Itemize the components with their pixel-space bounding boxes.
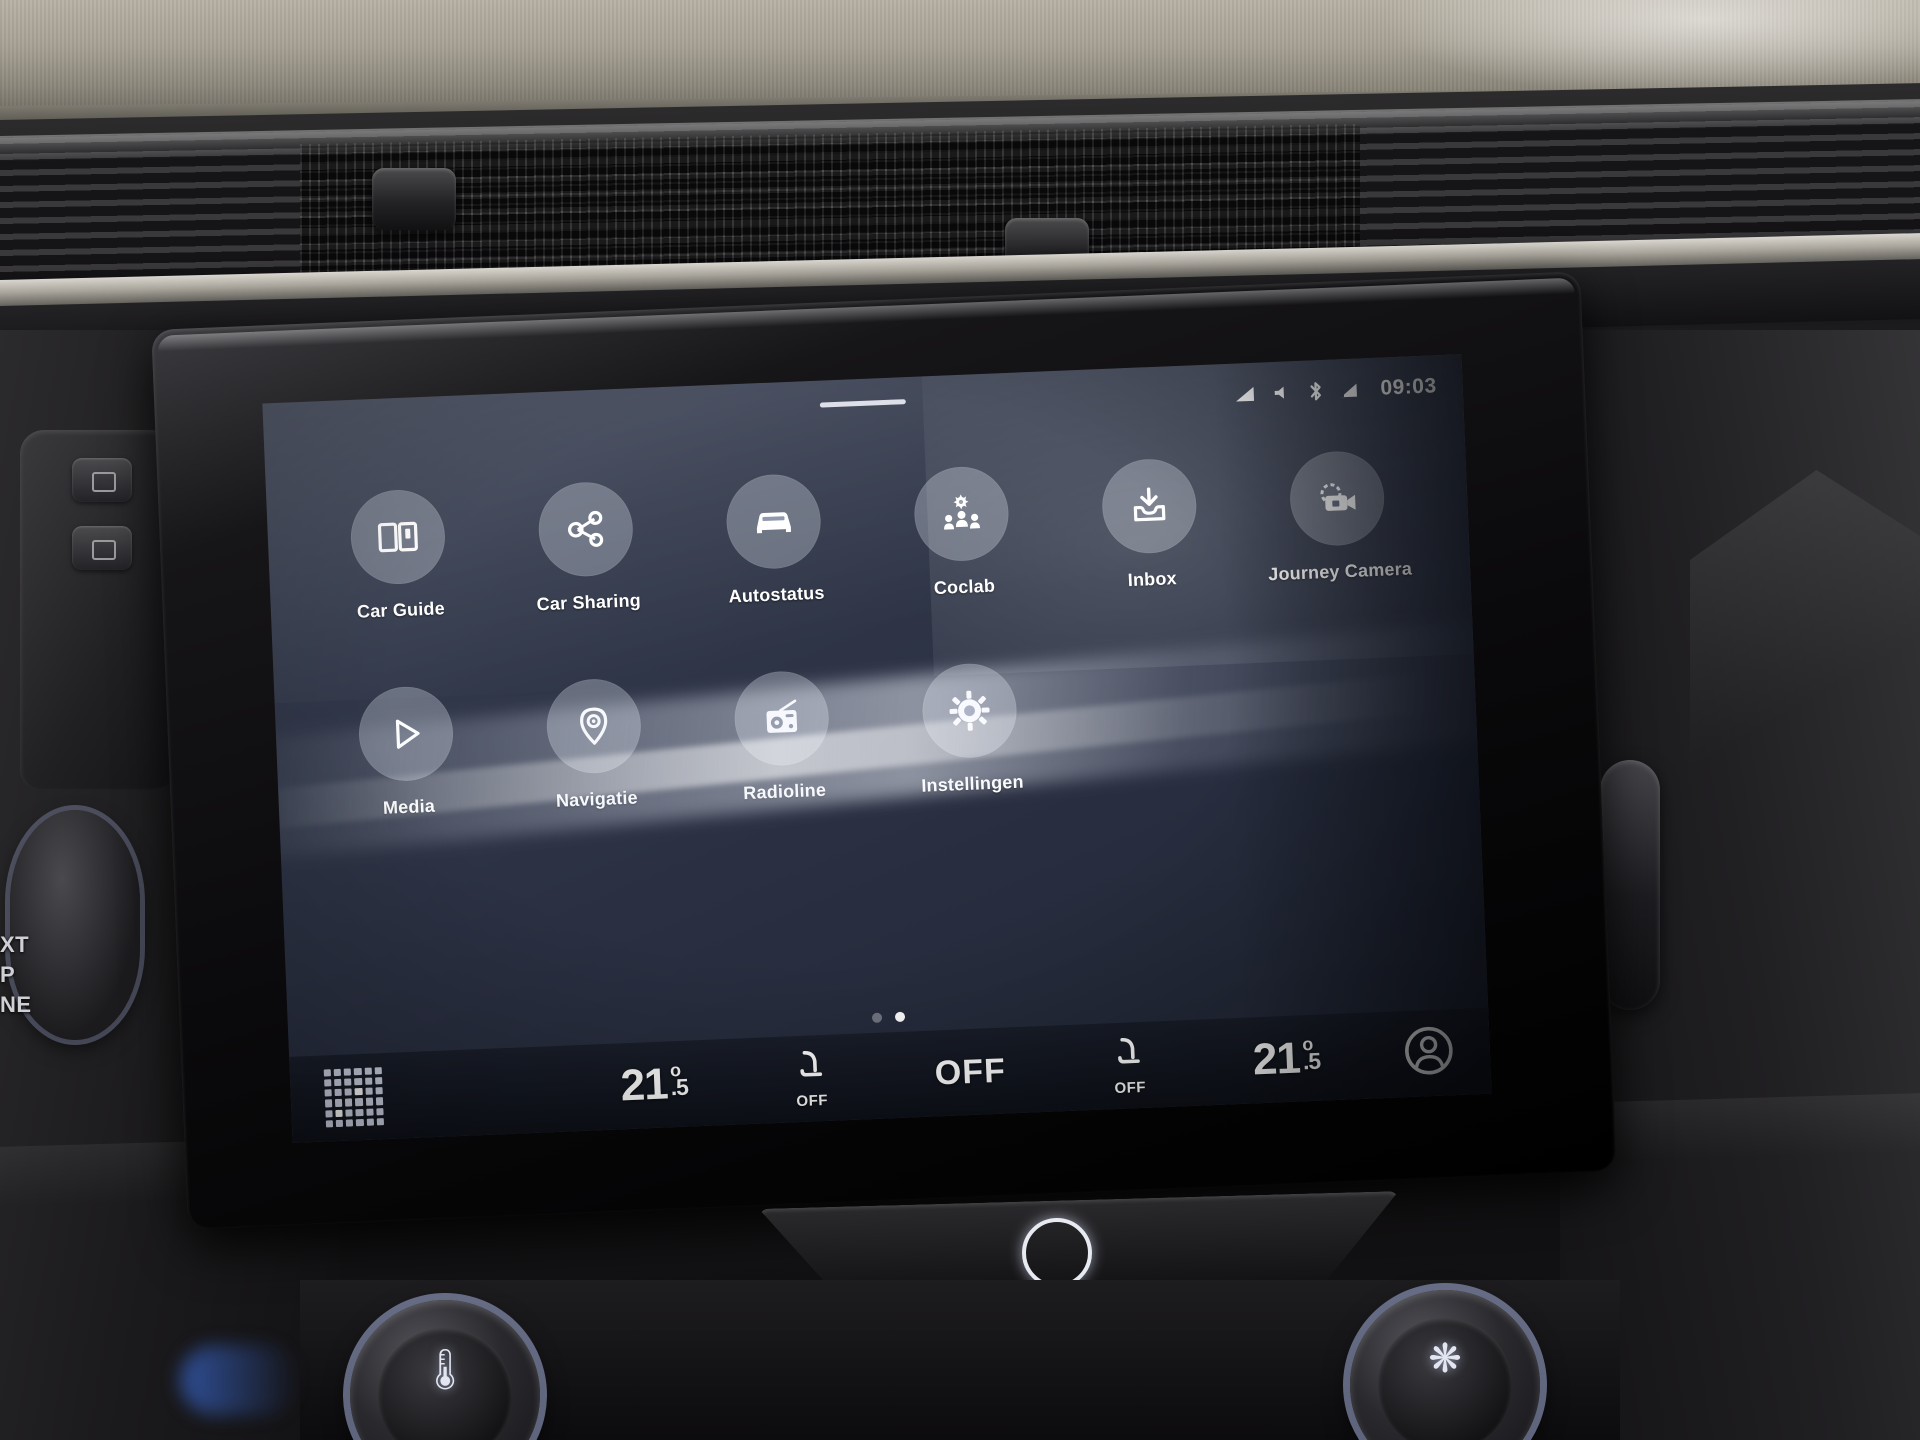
- app-grid-row-2: Media Navigatie Radioline Instellingen: [310, 645, 1442, 822]
- app-car-guide[interactable]: Car Guide: [302, 486, 495, 625]
- app-icon-circle: [724, 472, 823, 571]
- app-label: Car Sharing: [536, 590, 642, 615]
- book-open-icon: [375, 516, 421, 558]
- car-front-icon: [750, 503, 797, 541]
- radio-icon: [759, 698, 805, 740]
- app-label: Navigatie: [555, 787, 639, 811]
- app-label: Instellingen: [920, 771, 1025, 796]
- passenger-temp-fraction: o .5: [1302, 1033, 1321, 1075]
- app-label: Media: [382, 795, 436, 818]
- driver-temperature[interactable]: 21 o .5: [620, 1059, 689, 1112]
- temp-decimal: .5: [670, 1073, 689, 1101]
- seat-state: OFF: [796, 1091, 829, 1110]
- app-grid-icon[interactable]: [323, 1067, 385, 1128]
- app-grid: Car Guide Car Sharing Autostatus Coclab …: [302, 448, 1443, 822]
- status-bar-clock: 09:03: [1379, 374, 1438, 400]
- app-autostatus[interactable]: Autostatus: [678, 471, 871, 610]
- page-dot-2[interactable]: [894, 1011, 905, 1023]
- fan-icon: ❋: [1428, 1337, 1462, 1381]
- share-nodes-icon: [564, 507, 608, 551]
- left-side-label: XT P NE: [0, 932, 32, 1017]
- vent-adjuster-left[interactable]: [372, 168, 456, 230]
- app-icon-circle: [912, 465, 1011, 563]
- status-bar: 09:03: [1234, 373, 1437, 407]
- home-ring-button[interactable]: [1022, 1218, 1092, 1288]
- seat-state: OFF: [1114, 1078, 1147, 1097]
- inbox-tray-icon: [1127, 484, 1171, 528]
- app-icon-circle: [1288, 449, 1387, 548]
- thermometer-icon: 🌡: [419, 1348, 471, 1392]
- dashboard-photo: XT P NE 09:03 Car Guide Car Sharing Auto…: [0, 0, 1920, 1440]
- app-icon-circle: [732, 669, 831, 768]
- app-icon-circle: [349, 488, 447, 586]
- app-journey-camera[interactable]: Journey Camera: [1241, 448, 1434, 587]
- app-icon-circle: [1100, 457, 1199, 556]
- seat-heater-icon: [793, 1047, 829, 1091]
- app-icon-circle: [536, 480, 635, 579]
- video-camera-icon: [1314, 479, 1360, 519]
- ambient-light-accent: [180, 1345, 300, 1415]
- app-icon-circle: [920, 661, 1019, 760]
- app-car-sharing[interactable]: Car Sharing: [490, 479, 683, 618]
- wifi-signal-icon: [1338, 380, 1361, 399]
- gear-people-icon: [939, 492, 985, 536]
- driver-temp-whole: 21: [619, 1059, 669, 1111]
- seat-heater-icon: [1111, 1034, 1147, 1078]
- app-label: Coclab: [933, 575, 996, 599]
- page-dot-1[interactable]: [871, 1012, 882, 1024]
- app-icon-circle: [544, 677, 643, 776]
- app-coclab[interactable]: Coclab: [866, 463, 1059, 602]
- passenger-temp-whole: 21: [1251, 1033, 1301, 1085]
- app-grid-row-1: Car Guide Car Sharing Autostatus Coclab …: [302, 448, 1434, 625]
- mirror-adjust-button-lower[interactable]: [72, 526, 132, 570]
- app-label: Radioline: [742, 779, 827, 804]
- app-label: Car Guide: [356, 598, 446, 622]
- app-media[interactable]: Media: [310, 683, 503, 822]
- drag-handle[interactable]: [819, 399, 906, 408]
- cellular-signal-icon: [1234, 385, 1257, 404]
- app-icon-circle: [357, 684, 455, 783]
- app-label: Inbox: [1127, 568, 1178, 591]
- app-label: Autostatus: [728, 582, 825, 607]
- app-instellingen[interactable]: Instellingen: [874, 660, 1067, 799]
- temp-decimal: .5: [1302, 1047, 1321, 1075]
- user-profile-icon[interactable]: [1401, 1023, 1457, 1084]
- driver-temp-fraction: o .5: [670, 1059, 689, 1101]
- app-navigatie[interactable]: Navigatie: [498, 675, 691, 814]
- infotainment-screen[interactable]: 09:03 Car Guide Car Sharing Autostatus C…: [262, 354, 1492, 1143]
- fan-speed-value[interactable]: OFF: [934, 1051, 1007, 1093]
- passenger-temperature[interactable]: 21 o .5: [1252, 1033, 1321, 1086]
- passenger-seat-heater[interactable]: OFF: [1111, 1034, 1147, 1097]
- app-radioline[interactable]: Radioline: [686, 668, 879, 807]
- mirror-adjust-button-upper[interactable]: [72, 458, 132, 502]
- app-inbox[interactable]: Inbox: [1053, 455, 1246, 594]
- mute-volume-icon: [1272, 383, 1293, 402]
- play-triangle-icon: [384, 712, 428, 756]
- map-pin-icon: [574, 703, 614, 749]
- gear-icon: [947, 688, 993, 734]
- driver-seat-heater[interactable]: OFF: [793, 1047, 829, 1110]
- infotainment-unit: 09:03 Car Guide Car Sharing Autostatus C…: [150, 240, 1648, 1259]
- bluetooth-icon: [1308, 381, 1323, 402]
- app-label: Journey Camera: [1267, 558, 1413, 585]
